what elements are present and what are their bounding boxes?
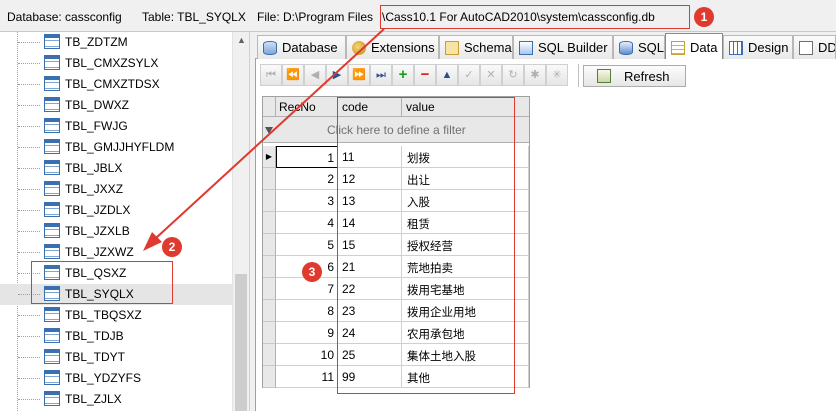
annotation-arrow	[143, 28, 385, 251]
